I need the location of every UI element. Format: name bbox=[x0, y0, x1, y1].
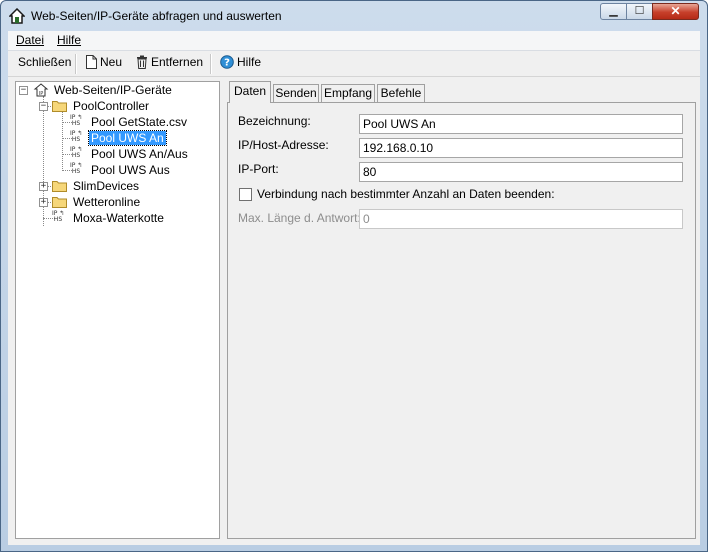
app-icon bbox=[9, 8, 25, 24]
tree-connector bbox=[62, 112, 63, 169]
host-address-field[interactable]: 192.168.0.10 bbox=[359, 138, 683, 158]
bezeichnung-label: Bezeichnung: bbox=[238, 114, 311, 128]
tab-befehle[interactable]: Befehle bbox=[377, 84, 425, 102]
window-title: Web-Seiten/IP-Geräte abfragen und auswer… bbox=[31, 9, 282, 23]
entfernen-button[interactable]: Entfernen bbox=[136, 55, 203, 73]
minimize-icon: ▁ bbox=[609, 5, 618, 17]
menu-datei[interactable]: Datei bbox=[16, 33, 44, 47]
toolbar: Schließen Neu Entfernen ? Hilfe bbox=[8, 51, 700, 77]
ip-device-icon: IP ↰ HS bbox=[52, 210, 65, 223]
title-bar[interactable]: Web-Seiten/IP-Geräte abfragen und auswer… bbox=[1, 1, 707, 31]
tab-daten[interactable]: Daten bbox=[229, 81, 271, 103]
folder-icon bbox=[52, 101, 67, 112]
close-after-data-label: Verbindung nach bestimmter Anzahl an Dat… bbox=[257, 187, 555, 201]
new-document-icon bbox=[86, 55, 97, 69]
network-root-icon: IP bbox=[33, 83, 49, 97]
folder-icon bbox=[52, 181, 67, 192]
app-window: Web-Seiten/IP-Geräte abfragen und auswer… bbox=[0, 0, 708, 552]
menu-bar: Datei Hilfe bbox=[8, 31, 700, 51]
details-panel: Daten Senden Empfang Befehle Bezeichnung… bbox=[227, 81, 696, 539]
max-length-field[interactable]: 0 bbox=[359, 209, 683, 229]
ip-device-icon: IP ↰ HS bbox=[70, 146, 83, 159]
client-area: Datei Hilfe Schließen Neu Entfernen ? Hil… bbox=[8, 31, 700, 545]
device-tree[interactable]: − IP Web-Seiten/IP-Geräte − PoolControll… bbox=[15, 81, 220, 539]
toolbar-separator bbox=[75, 54, 77, 74]
bezeichnung-field[interactable]: Pool UWS An bbox=[359, 114, 683, 134]
collapse-poolcontroller-toggle[interactable]: − bbox=[39, 102, 48, 111]
close-window-button[interactable]: ✕ bbox=[652, 3, 699, 20]
ip-port-label: IP-Port: bbox=[238, 162, 279, 176]
expand-wetteronline-toggle[interactable]: + bbox=[39, 198, 48, 207]
tab-senden[interactable]: Senden bbox=[273, 84, 319, 102]
ip-device-icon: IP ↰ HS bbox=[70, 114, 83, 127]
maximize-icon: ☐ bbox=[634, 5, 645, 17]
svg-text:?: ? bbox=[224, 58, 230, 69]
help-icon: ? bbox=[220, 55, 234, 69]
ip-device-icon: IP ↰ HS bbox=[70, 130, 83, 143]
close-after-data-checkbox[interactable] bbox=[239, 188, 252, 201]
neu-button[interactable]: Neu bbox=[86, 55, 122, 73]
svg-text:IP: IP bbox=[39, 91, 44, 97]
daten-tab-content: Bezeichnung: Pool UWS An IP/Host-Adresse… bbox=[227, 102, 696, 539]
maximize-button[interactable]: ☐ bbox=[626, 3, 653, 20]
tab-empfang[interactable]: Empfang bbox=[321, 84, 375, 102]
schliessen-button[interactable]: Schließen bbox=[18, 55, 71, 73]
host-address-label: IP/Host-Adresse: bbox=[238, 138, 329, 152]
ip-port-field[interactable]: 80 bbox=[359, 162, 683, 182]
max-length-label: Max. Länge d. Antwort: bbox=[238, 211, 361, 225]
trash-icon bbox=[137, 55, 147, 69]
close-icon: ✕ bbox=[670, 4, 681, 18]
expand-slimdevices-toggle[interactable]: + bbox=[39, 182, 48, 191]
hilfe-button[interactable]: ? Hilfe bbox=[220, 55, 261, 73]
minimize-button[interactable]: ▁ bbox=[600, 3, 627, 20]
toolbar-separator bbox=[210, 54, 212, 74]
folder-icon bbox=[52, 197, 67, 208]
collapse-root-toggle[interactable]: − bbox=[19, 86, 28, 95]
menu-hilfe[interactable]: Hilfe bbox=[57, 33, 81, 47]
ip-device-icon: IP ↰ HS bbox=[70, 162, 83, 175]
